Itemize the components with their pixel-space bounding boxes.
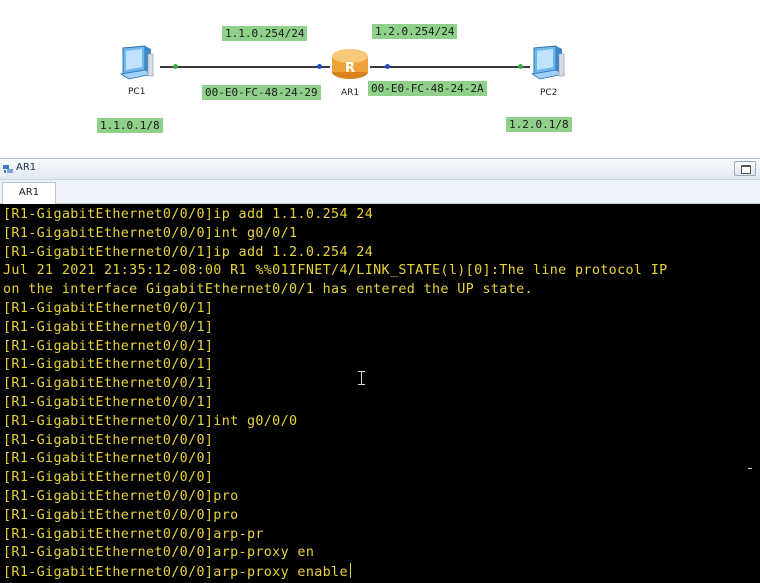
console-line: [R1-GigabitEthernet0/0/1] xyxy=(3,376,214,392)
console-current-command: [R1-GigabitEthernet0/0/0]arp-proxy enabl… xyxy=(3,565,348,581)
ar1-g1-mac-label[interactable]: 00-E0-FC-48-24-2A xyxy=(368,81,487,96)
console-line: [R1-GigabitEthernet0/0/0]ip add 1.1.0.25… xyxy=(3,207,374,222)
console-line: [R1-GigabitEthernet0/0/1] xyxy=(3,301,214,316)
i-beam-cursor-icon xyxy=(358,371,366,385)
pc1-ip-label[interactable]: 1.1.0.1/8 xyxy=(97,118,163,133)
scroll-marker xyxy=(748,468,752,469)
ar1-g0-ip-label[interactable]: 1.1.0.254/24 xyxy=(222,26,308,41)
console-line: [R1-GigabitEthernet0/0/1] xyxy=(3,395,214,410)
router-icon: R xyxy=(332,49,368,79)
console-line: [R1-GigabitEthernet0/0/1] xyxy=(3,338,214,354)
console-line: [R1-GigabitEthernet0/0/0] xyxy=(3,451,214,467)
console-line: [R1-GigabitEthernet0/0/0] xyxy=(3,470,214,486)
pc-icon xyxy=(530,45,566,80)
console-line: [R1-GigabitEthernet0/0/0] xyxy=(3,432,214,448)
svg-text:R: R xyxy=(345,61,355,76)
pc2-label: PC2 xyxy=(540,88,558,98)
pc-icon xyxy=(119,45,155,80)
port-ar1-g1 xyxy=(385,64,390,69)
console-line: [R1-GigabitEthernet0/0/1]ip add 1.2.0.25… xyxy=(3,244,374,260)
tab-ar1[interactable]: AR1 xyxy=(2,182,56,204)
pc2-ip-label[interactable]: 1.2.0.1/8 xyxy=(506,117,572,132)
link-pc1-ar1[interactable] xyxy=(160,66,330,68)
console-line: [R1-GigabitEthernet0/0/0]pro xyxy=(3,489,239,504)
console-line: [R1-GigabitEthernet0/0/1] xyxy=(3,357,214,373)
ar1-g1-ip-label[interactable]: 1.2.0.254/24 xyxy=(372,24,458,39)
device-window-icon xyxy=(3,165,13,173)
link-ar1-pc2[interactable] xyxy=(370,66,530,68)
port-ar1-g0 xyxy=(317,64,322,69)
ar1-g0-mac-label[interactable]: 00-E0-FC-48-24-29 xyxy=(202,85,321,100)
pc2-device[interactable] xyxy=(526,44,570,86)
pc1-label: PC1 xyxy=(128,87,146,97)
console-line: [R1-GigabitEthernet0/0/1]int g0/0/0 xyxy=(3,413,298,429)
console-line: Jul 21 2021 21:35:12-08:00 R1 %%01IFNET/… xyxy=(3,263,668,279)
ar1-label: AR1 xyxy=(341,88,360,98)
pc1-device[interactable] xyxy=(115,44,159,86)
console-line: [R1-GigabitEthernet0/0/0]arp-pr xyxy=(3,526,264,542)
console-terminal[interactable]: [R1-GigabitEthernet0/0/0]ip add 1.1.0.25… xyxy=(0,204,760,583)
restore-window-button[interactable] xyxy=(734,161,756,176)
console-line: [R1-GigabitEthernet0/0/0]int g0/0/1 xyxy=(3,225,298,241)
console-input-line[interactable]: [R1-GigabitEthernet0/0/0]arp-proxy enabl… xyxy=(3,563,351,583)
window-title: AR1 xyxy=(16,162,37,173)
console-line: on the interface GigabitEthernet0/0/1 ha… xyxy=(3,282,533,298)
port-pc1 xyxy=(173,64,178,69)
console-line: [R1-GigabitEthernet0/0/0]arp-proxy en xyxy=(3,545,315,561)
text-caret xyxy=(349,563,351,579)
port-pc2 xyxy=(518,64,523,69)
console-line: [R1-GigabitEthernet0/0/0]pro xyxy=(3,507,239,523)
tab-strip: AR1 xyxy=(0,180,760,204)
ar1-device[interactable]: R xyxy=(329,46,371,82)
console-line: [R1-GigabitEthernet0/0/1] xyxy=(3,319,214,335)
topology-canvas[interactable]: PC1 R AR1 PC2 1.1.0.254/24 1.2.0.254/24 … xyxy=(0,0,760,158)
console-window-titlebar[interactable]: AR1 xyxy=(0,158,760,180)
